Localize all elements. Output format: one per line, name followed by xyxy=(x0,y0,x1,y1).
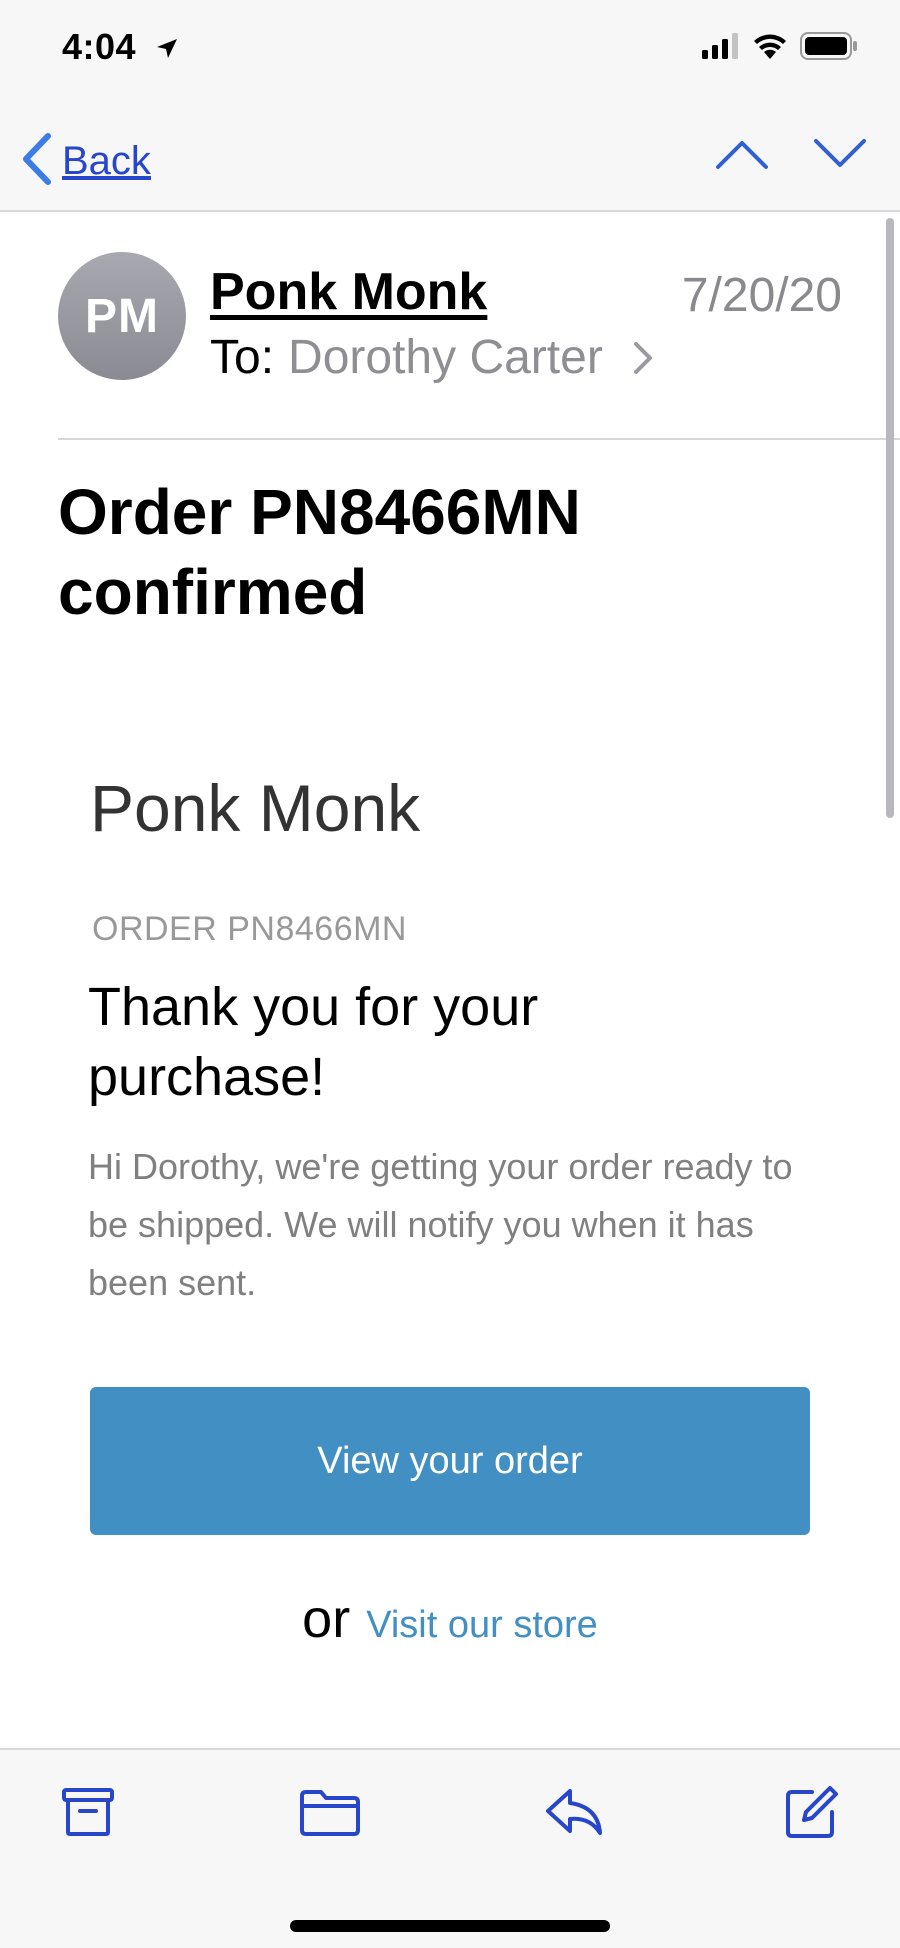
status-time: 4:04 xyxy=(62,26,179,70)
previous-message-button[interactable] xyxy=(714,136,770,176)
battery-icon xyxy=(800,31,858,65)
scrollbar[interactable] xyxy=(886,218,894,818)
back-label: Back xyxy=(62,139,151,183)
message-nav xyxy=(714,136,868,176)
archive-icon xyxy=(61,1787,115,1842)
or-text: or xyxy=(302,1589,351,1649)
back-button[interactable]: Back xyxy=(20,132,151,191)
recipient-row[interactable]: To: Dorothy Carter xyxy=(210,330,653,385)
chevron-up-icon xyxy=(715,138,769,175)
email-subject: Order PN8466MN confirmed xyxy=(58,476,581,628)
chevron-left-icon xyxy=(20,132,54,191)
cellular-signal-icon xyxy=(702,32,740,64)
thank-you-heading: Thank you for your purchase! xyxy=(88,977,539,1107)
to-label: To: xyxy=(210,331,275,384)
avatar-initials: PM xyxy=(85,289,159,343)
view-order-button[interactable]: View your order xyxy=(90,1387,810,1535)
top-chrome: 4:04 Back xyxy=(0,0,900,212)
next-message-button[interactable] xyxy=(812,136,868,176)
order-number: ORDER PN8466MN xyxy=(92,910,407,948)
chevron-right-icon xyxy=(633,341,653,375)
compose-icon xyxy=(784,1784,840,1845)
location-arrow-icon xyxy=(155,28,179,70)
email-date: 7/20/20 xyxy=(681,269,842,322)
clock: 4:04 xyxy=(62,26,137,67)
folder-icon xyxy=(299,1788,361,1841)
bottom-toolbar xyxy=(0,1748,900,1948)
recipient-name: Dorothy Carter xyxy=(288,331,603,384)
chevron-down-icon xyxy=(813,138,867,175)
header-divider xyxy=(58,438,900,440)
brand-name: Ponk Monk xyxy=(90,771,421,845)
alternative-link-row: or Visit our store xyxy=(0,1588,900,1650)
avatar[interactable]: PM xyxy=(58,252,186,380)
order-message: Hi Dorothy, we're getting your order rea… xyxy=(88,1146,793,1303)
compose-button[interactable] xyxy=(782,1784,842,1845)
visit-store-link[interactable]: Visit our store xyxy=(366,1604,598,1647)
reply-button[interactable] xyxy=(544,1786,604,1842)
status-icons xyxy=(702,30,858,66)
home-indicator[interactable] xyxy=(290,1920,610,1932)
move-to-folder-button[interactable] xyxy=(300,1786,360,1842)
wifi-icon xyxy=(752,32,788,65)
reply-icon xyxy=(544,1787,604,1842)
sender-name[interactable]: Ponk Monk xyxy=(210,262,487,322)
archive-button[interactable] xyxy=(58,1786,118,1842)
